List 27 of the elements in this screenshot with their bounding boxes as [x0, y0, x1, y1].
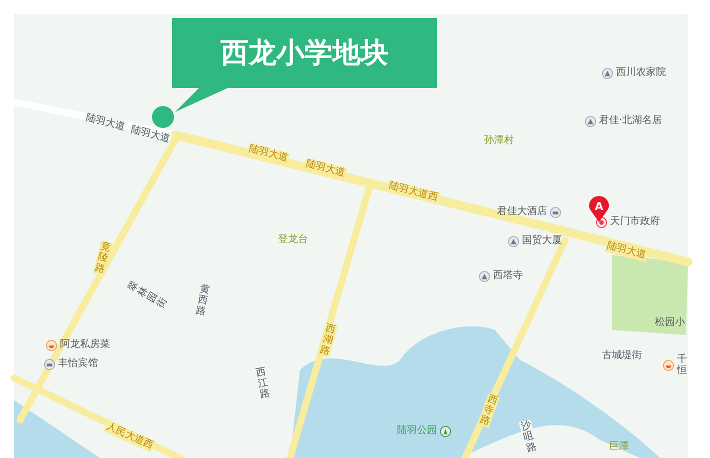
road-label: 古城堤街 [601, 350, 643, 362]
park-icon [440, 426, 451, 436]
bowl-icon [663, 360, 674, 370]
bed-icon [550, 206, 561, 218]
building-icon [585, 116, 596, 126]
bed-icon [44, 358, 55, 370]
place-label: 丰怡宾馆 [57, 358, 99, 370]
place-label: 西川农家院 [615, 67, 667, 79]
place-label: 阿龙私房菜 [59, 339, 111, 351]
place-label: 陆羽公园 [396, 425, 438, 437]
place-label: 国贸大厦 [521, 235, 563, 247]
place-label: 孙潭村 [483, 135, 515, 147]
place-label: 君佳·北湖名居 [598, 115, 664, 127]
place-label: 君佳大酒店 [496, 206, 548, 218]
bowl-icon [46, 340, 57, 350]
marker-letter: A [594, 200, 604, 213]
place-label: 天门市政府 [609, 216, 661, 228]
location-dot [152, 106, 174, 128]
building-icon [479, 270, 490, 282]
place-label: 巨潭 [608, 441, 630, 453]
building-icon [508, 236, 519, 246]
map-pin-icon[interactable]: A [588, 196, 610, 222]
building-icon [602, 68, 613, 78]
place-label: 千恒 [676, 354, 688, 376]
place-label: 西塔寺 [492, 270, 524, 282]
place-label: 登龙台 [277, 234, 309, 246]
place-label: 松园小 [654, 317, 686, 329]
